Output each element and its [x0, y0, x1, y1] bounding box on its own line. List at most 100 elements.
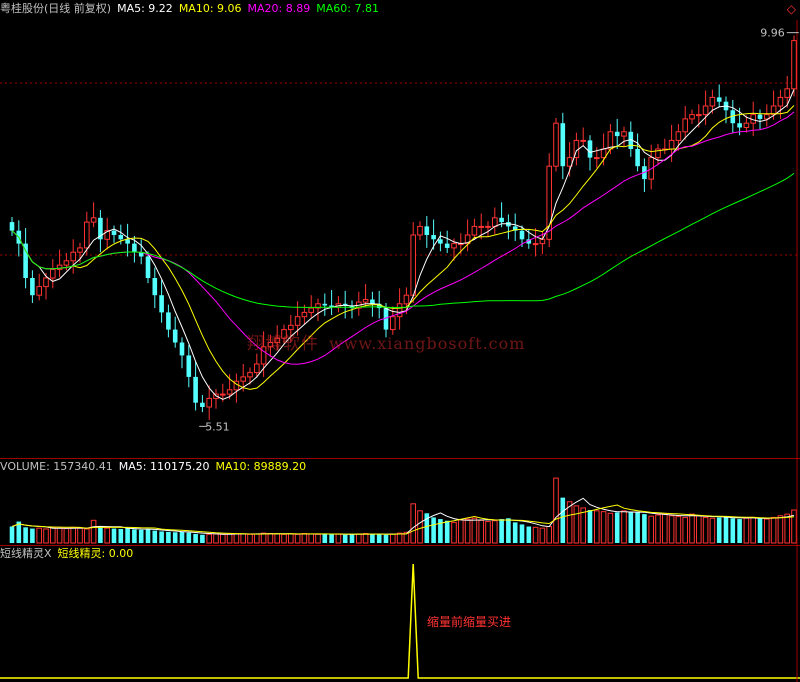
volume-bar — [553, 477, 559, 544]
volume-bar — [600, 511, 607, 544]
candle-body — [431, 235, 436, 240]
candle-body — [444, 243, 450, 248]
candle-body — [240, 376, 246, 382]
candle-body — [410, 234, 416, 296]
volume-bar — [281, 533, 287, 544]
candle-body — [63, 260, 70, 266]
price-chart[interactable]: 9.96 5.51 — [0, 0, 800, 458]
volume-bar — [213, 533, 219, 544]
candle-body — [478, 225, 484, 228]
volume-bar — [370, 533, 375, 543]
candle-body — [254, 363, 260, 374]
indicator-annotation: 缩量前缩量买进 — [427, 615, 512, 629]
candle-body — [90, 217, 97, 223]
candle-body — [370, 299, 375, 304]
volume-bar — [329, 534, 334, 543]
candle-body — [43, 277, 49, 288]
volume-bar — [179, 531, 185, 543]
volume-bar — [499, 519, 504, 543]
candle-body — [696, 114, 702, 117]
volume-bar — [36, 527, 43, 544]
volume-bar — [757, 518, 763, 543]
volume-bar — [648, 515, 655, 544]
candle-body — [118, 235, 124, 240]
volume-bar — [464, 518, 471, 544]
candle-body — [172, 329, 178, 343]
volume-bar — [506, 518, 511, 543]
volume-bar — [138, 529, 144, 543]
candle-body — [125, 239, 130, 244]
volume-bar — [750, 516, 757, 544]
candle-body — [424, 226, 430, 235]
candle-body — [145, 256, 151, 278]
volume-bar — [655, 514, 661, 544]
volume-bar — [709, 517, 716, 544]
candle-body — [322, 303, 328, 306]
volume-bar — [390, 533, 396, 544]
candle-body — [36, 286, 43, 296]
candle-body — [403, 294, 410, 305]
volume-bar — [560, 497, 566, 543]
volume-bar — [396, 532, 403, 544]
indicator-line — [0, 563, 800, 679]
indicator-chart[interactable] — [0, 546, 800, 682]
watermark-name: 翔博软件 — [247, 334, 319, 354]
candle-body — [247, 372, 253, 378]
candle-body — [471, 225, 478, 236]
candle-body — [50, 268, 56, 279]
volume-bar — [635, 512, 640, 543]
candle-body — [499, 217, 504, 223]
candle-body — [485, 225, 491, 228]
volume-bar — [737, 519, 742, 543]
candle-body — [546, 165, 553, 240]
watermark: 翔博软件 www.xiangbosoft.com — [247, 329, 525, 354]
watermark-url: www.xiangbosoft.com — [329, 334, 526, 353]
volume-bar — [260, 532, 267, 544]
volume-chart[interactable] — [0, 459, 800, 545]
candle-body — [539, 238, 546, 245]
candle-body — [709, 96, 716, 107]
volume-bar — [587, 510, 593, 543]
candle-body — [166, 312, 171, 330]
volume-bar — [315, 533, 321, 544]
volume-bar — [342, 534, 348, 543]
candle-body — [193, 376, 198, 403]
volume-bar — [322, 533, 328, 543]
candle-body — [614, 131, 620, 137]
volume-bar — [70, 526, 77, 544]
volume-bar — [200, 534, 205, 543]
candle-body — [226, 389, 233, 395]
candle-body — [77, 247, 83, 253]
candle-body — [417, 225, 423, 236]
candle-body — [532, 243, 539, 246]
volume-bar — [288, 533, 294, 544]
volume-bar — [90, 519, 97, 544]
volume-bar — [628, 511, 634, 543]
candle-body — [492, 217, 498, 227]
volume-bar — [730, 518, 736, 543]
volume-bar — [417, 510, 423, 544]
volume-bar — [294, 533, 301, 544]
volume-bar — [274, 533, 280, 544]
candle-body — [70, 251, 77, 262]
volume-bar — [376, 534, 382, 543]
volume-bar — [50, 527, 56, 544]
volume-bar — [614, 512, 620, 543]
volume-bar — [716, 517, 722, 543]
volume-bar — [77, 527, 83, 544]
volume-bar — [118, 528, 124, 543]
volume-bar — [43, 528, 49, 544]
candle-body — [159, 295, 164, 313]
volume-bar — [111, 528, 117, 543]
volume-bar — [791, 509, 797, 544]
volume-bar — [166, 531, 171, 543]
volume-bar — [668, 515, 675, 544]
candle-body — [206, 397, 212, 408]
volume-bar — [23, 527, 28, 543]
volume-bar — [682, 516, 689, 544]
candle-body — [689, 114, 695, 120]
candle-body — [220, 393, 226, 396]
volume-bar — [539, 527, 546, 544]
volume-bar — [349, 534, 355, 543]
volume-bar — [675, 516, 682, 544]
